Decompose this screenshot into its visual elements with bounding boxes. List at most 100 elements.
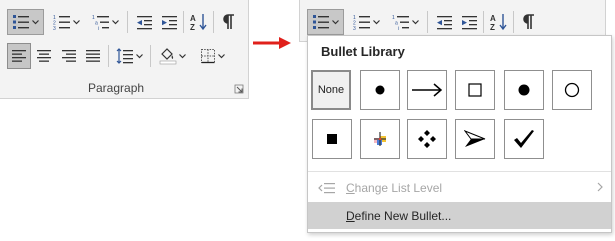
hollow-square-icon xyxy=(468,83,482,97)
arrowhead-icon xyxy=(464,130,486,147)
separator xyxy=(427,11,428,33)
multilevel-list-button[interactable]: 1 a i xyxy=(387,9,423,35)
show-hide-marks-button[interactable] xyxy=(517,9,541,35)
bullet-arrow[interactable] xyxy=(407,70,447,110)
increase-indent-button[interactable] xyxy=(457,9,481,35)
chevron-down-icon xyxy=(217,53,225,58)
decrease-indent-icon xyxy=(436,15,452,29)
bullet-checkmark[interactable] xyxy=(504,119,544,159)
chevron-down-icon xyxy=(135,53,143,58)
paragraph-ribbon-group: 1 2 3 1 a i A Z Paragraph xyxy=(0,0,249,99)
sort-button[interactable]: A Z xyxy=(187,9,211,35)
bullet-filled-square[interactable] xyxy=(312,119,352,159)
chevron-down-icon xyxy=(178,53,186,58)
increase-indent-icon xyxy=(461,15,477,29)
decrease-indent-button[interactable] xyxy=(432,9,456,35)
numbering-button[interactable]: 1 2 3 xyxy=(349,9,383,35)
chevron-down-icon xyxy=(411,19,419,24)
align-right-button[interactable] xyxy=(57,43,81,69)
svg-text:i: i xyxy=(98,26,99,30)
align-right-icon xyxy=(62,50,76,62)
change-list-level-icon xyxy=(318,182,335,193)
chevron-down-icon xyxy=(372,19,380,24)
pilcrow-icon xyxy=(223,14,234,29)
bullet-library-dropdown: Bullet Library None Change List Level De… xyxy=(307,35,612,233)
svg-text:Z: Z xyxy=(490,23,495,31)
svg-text:Z: Z xyxy=(190,23,195,31)
define-new-bullet-item[interactable]: Define New Bullet... xyxy=(308,202,611,229)
bullets-button[interactable] xyxy=(307,9,344,35)
show-hide-marks-button[interactable] xyxy=(217,9,241,35)
checkmark-icon xyxy=(514,130,534,148)
bullet-filled-circle-large[interactable] xyxy=(504,70,544,110)
multilevel-list-icon: 1 a i xyxy=(392,15,409,30)
filled-square-icon xyxy=(327,134,337,144)
bullet-none[interactable]: None xyxy=(311,70,351,110)
separator xyxy=(483,11,484,33)
svg-text:3: 3 xyxy=(53,26,56,30)
shading-button[interactable] xyxy=(155,43,189,69)
chevron-down-icon xyxy=(72,19,80,24)
change-list-level-label: hange List Level xyxy=(354,180,443,195)
bullet-hollow-circle[interactable] xyxy=(552,70,592,110)
bullet-none-label: None xyxy=(317,84,345,96)
sort-az-icon: A Z xyxy=(190,14,207,31)
align-center-button[interactable] xyxy=(32,43,56,69)
arrow-right-icon xyxy=(412,83,443,97)
separator xyxy=(513,11,514,33)
borders-button[interactable] xyxy=(195,43,229,69)
chevron-down-icon xyxy=(32,19,39,24)
bullets-icon xyxy=(313,15,329,29)
paint-bucket-icon xyxy=(159,48,176,65)
red-arrow-icon xyxy=(253,37,291,49)
chevron-down-icon xyxy=(111,19,119,24)
bullet-hollow-square[interactable] xyxy=(455,70,495,110)
filled-circle-icon xyxy=(375,85,385,95)
svg-text:3: 3 xyxy=(353,26,356,30)
numbering-icon: 1 2 3 xyxy=(353,15,370,30)
decrease-indent-button[interactable] xyxy=(132,9,156,35)
increase-indent-icon xyxy=(161,15,177,29)
decrease-indent-icon xyxy=(136,15,152,29)
numbering-icon: 1 2 3 xyxy=(53,15,70,30)
bullet-library-title: Bullet Library xyxy=(321,44,405,59)
bullet-color-cross[interactable] xyxy=(360,119,400,159)
align-center-icon xyxy=(37,50,51,62)
chevron-down-icon xyxy=(332,19,339,24)
sort-az-icon: A Z xyxy=(490,14,507,31)
align-left-icon xyxy=(12,50,26,62)
line-spacing-button[interactable] xyxy=(112,43,146,69)
multilevel-list-button[interactable]: 1 a i xyxy=(87,9,123,35)
sort-button[interactable]: A Z xyxy=(487,9,511,35)
color-cross-icon xyxy=(374,132,386,146)
define-new-bullet-label: efine New Bullet... xyxy=(354,208,452,223)
pilcrow-icon xyxy=(523,14,534,29)
numbering-button[interactable]: 1 2 3 xyxy=(49,9,83,35)
svg-text:A: A xyxy=(190,14,196,23)
paragraph-group-label: Paragraph xyxy=(88,81,145,95)
bullet-four-diamonds[interactable] xyxy=(407,119,447,159)
filled-circle-icon xyxy=(518,84,530,96)
menu-separator xyxy=(308,171,611,172)
svg-text:A: A xyxy=(490,14,496,23)
bullet-filled-circle[interactable] xyxy=(360,70,400,110)
dialog-launcher-icon[interactable] xyxy=(234,84,244,94)
separator xyxy=(108,45,109,67)
bullets-button[interactable] xyxy=(7,9,44,35)
justify-icon xyxy=(86,50,100,62)
chevron-right-icon xyxy=(597,182,603,192)
svg-text:i: i xyxy=(398,26,399,30)
align-left-button[interactable] xyxy=(7,43,31,69)
multilevel-list-icon: 1 a i xyxy=(92,15,109,30)
line-spacing-icon xyxy=(116,48,133,64)
separator xyxy=(183,11,184,33)
bullet-arrowhead[interactable] xyxy=(455,119,495,159)
change-list-level-item[interactable]: Change List Level xyxy=(308,174,611,201)
justify-button[interactable] xyxy=(81,43,105,69)
separator xyxy=(213,11,214,33)
four-diamonds-icon xyxy=(418,130,436,148)
borders-icon xyxy=(200,49,215,64)
hollow-circle-icon xyxy=(564,82,580,98)
increase-indent-button[interactable] xyxy=(157,9,181,35)
define-new-bullet-accel: D xyxy=(346,208,355,223)
